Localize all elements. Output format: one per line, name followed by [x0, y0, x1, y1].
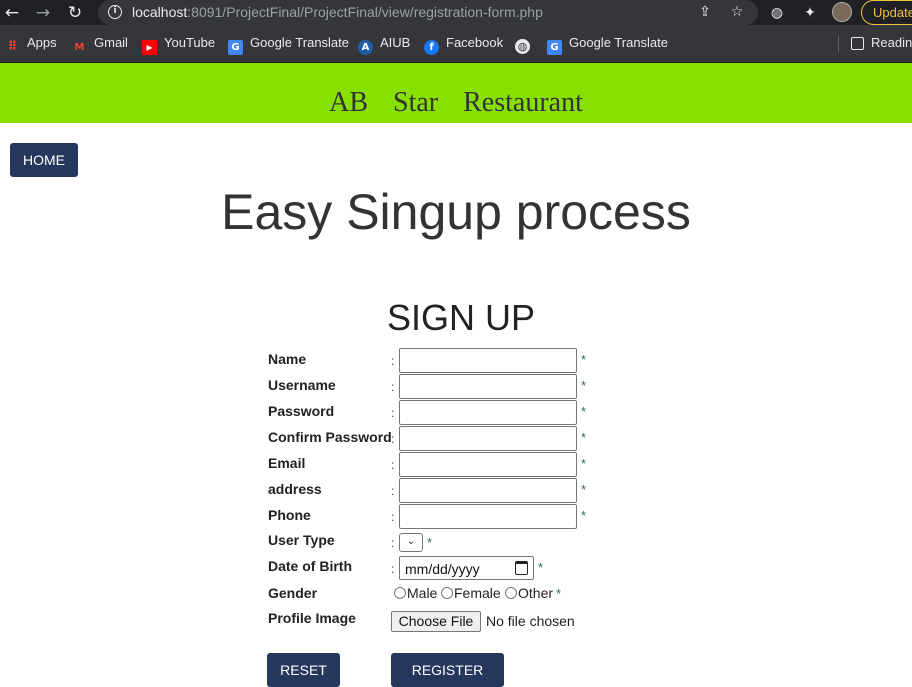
confirm-password-label: Confirm Password — [268, 429, 392, 445]
dob-input[interactable]: mm/dd/yyyy — [399, 556, 534, 580]
username-input[interactable] — [399, 374, 577, 399]
reset-button[interactable]: RESET — [267, 653, 340, 687]
password-colon: : — [391, 406, 395, 420]
bookmark-google-translate[interactable]: G Google Translate — [228, 35, 349, 55]
site-info-icon[interactable]: i — [108, 5, 122, 19]
confirm-password-required-marker: * — [581, 430, 587, 445]
choose-file-button[interactable]: Choose File — [391, 611, 481, 632]
bookmarks-separator — [838, 36, 839, 52]
page-heading: Easy Singup process — [221, 184, 691, 240]
globe-extension-icon[interactable]: ◍ — [766, 2, 788, 24]
password-input[interactable] — [399, 400, 577, 425]
browser-toolbar: ← → ↻ i localhost:8091/ProjectFinal/Proj… — [0, 0, 912, 25]
bookmark-aiub[interactable]: A AIUB — [358, 35, 410, 55]
name-colon: : — [391, 354, 395, 368]
user-type-colon: : — [391, 536, 395, 550]
radio-male[interactable] — [394, 587, 406, 599]
radio-other[interactable] — [505, 587, 517, 599]
email-label: Email — [268, 455, 306, 471]
dob-required-marker: * — [538, 560, 544, 575]
youtube-icon: ▶ — [142, 40, 157, 55]
apps-grid-icon: ⠿ — [7, 39, 18, 53]
password-label: Password — [268, 403, 335, 419]
form-title: SIGN UP — [386, 297, 536, 338]
gmail-icon: M — [74, 42, 85, 53]
url-text[interactable]: localhost:8091/ProjectFinal/ProjectFinal… — [132, 4, 543, 20]
address-label: address — [268, 481, 322, 497]
chevron-down-icon: ⌄ — [406, 536, 416, 547]
dob-placeholder: mm/dd/yyyy — [405, 561, 480, 577]
bookmark-apps[interactable]: ⠿ Apps — [5, 35, 57, 53]
gender-label: Gender — [268, 585, 318, 601]
share-icon[interactable]: ⇪ — [695, 2, 715, 22]
google-translate-icon: G — [228, 40, 243, 55]
address-required-marker: * — [581, 482, 587, 497]
google-translate-icon: G — [547, 40, 562, 55]
profile-avatar[interactable] — [832, 2, 852, 22]
bookmark-youtube[interactable]: ▶ YouTube — [142, 35, 215, 55]
phone-required-marker: * — [581, 508, 587, 523]
gender-option-female[interactable]: Female — [441, 585, 501, 603]
site-title: AB Star Restaurant — [329, 87, 583, 118]
site-header: AB Star Restaurant — [0, 63, 912, 123]
bookmark-gmail[interactable]: M Gmail — [72, 35, 128, 53]
profile-image-label: Profile Image — [268, 610, 356, 626]
name-input[interactable] — [399, 348, 577, 373]
address-input[interactable] — [399, 478, 577, 503]
bookmark-star-icon[interactable]: ☆ — [727, 2, 747, 22]
radio-female[interactable] — [441, 587, 453, 599]
reading-list-icon — [851, 37, 864, 50]
phone-label: Phone — [268, 507, 311, 523]
address-bar[interactable]: i localhost:8091/ProjectFinal/ProjectFin… — [98, 0, 758, 25]
calendar-icon[interactable] — [515, 561, 528, 575]
bookmarks-bar: ⠿ Apps M Gmail ▶ YouTube G Google Translate … — [0, 25, 912, 63]
username-required-marker: * — [581, 378, 587, 393]
gender-required-marker: * — [556, 586, 562, 601]
reload-icon[interactable]: ↻ — [64, 2, 86, 24]
dob-label: Date of Birth — [268, 558, 352, 574]
confirm-password-input[interactable] — [399, 426, 577, 451]
address-colon: : — [391, 484, 395, 498]
aiub-icon: A — [358, 40, 373, 55]
dob-colon: : — [391, 562, 395, 576]
register-button[interactable]: REGISTER — [391, 653, 504, 687]
bookmark-globe[interactable]: ◍ — [515, 35, 537, 54]
name-required-marker: * — [581, 352, 587, 367]
email-required-marker: * — [581, 456, 587, 471]
facebook-icon: f — [424, 40, 439, 55]
extensions-puzzle-icon[interactable]: ✦ — [799, 2, 821, 24]
gender-option-male[interactable]: Male — [394, 585, 437, 603]
home-button[interactable]: HOME — [10, 143, 78, 177]
phone-colon: : — [391, 510, 395, 524]
update-button[interactable]: Update — [861, 0, 912, 25]
username-label: Username — [268, 377, 336, 393]
forward-arrow-icon[interactable]: → — [32, 2, 54, 24]
reading-list-button[interactable]: Reading — [851, 35, 912, 53]
bookmark-facebook[interactable]: f Facebook — [424, 35, 503, 55]
user-type-select[interactable]: ⌄ — [399, 533, 423, 552]
username-colon: : — [391, 380, 395, 394]
email-input[interactable] — [399, 452, 577, 477]
globe-icon: ◍ — [515, 39, 530, 54]
user-type-required-marker: * — [427, 535, 433, 550]
confirm-password-colon: : — [391, 432, 395, 446]
bookmark-google-translate-2[interactable]: G Google Translate — [547, 35, 668, 55]
user-type-label: User Type — [268, 532, 335, 548]
gender-option-other[interactable]: Other — [505, 585, 553, 603]
name-label: Name — [268, 351, 307, 367]
file-status: No file chosen — [486, 613, 575, 629]
back-arrow-icon[interactable]: ← — [1, 2, 23, 24]
password-required-marker: * — [581, 404, 587, 419]
phone-input[interactable] — [399, 504, 577, 529]
email-colon: : — [391, 458, 395, 472]
